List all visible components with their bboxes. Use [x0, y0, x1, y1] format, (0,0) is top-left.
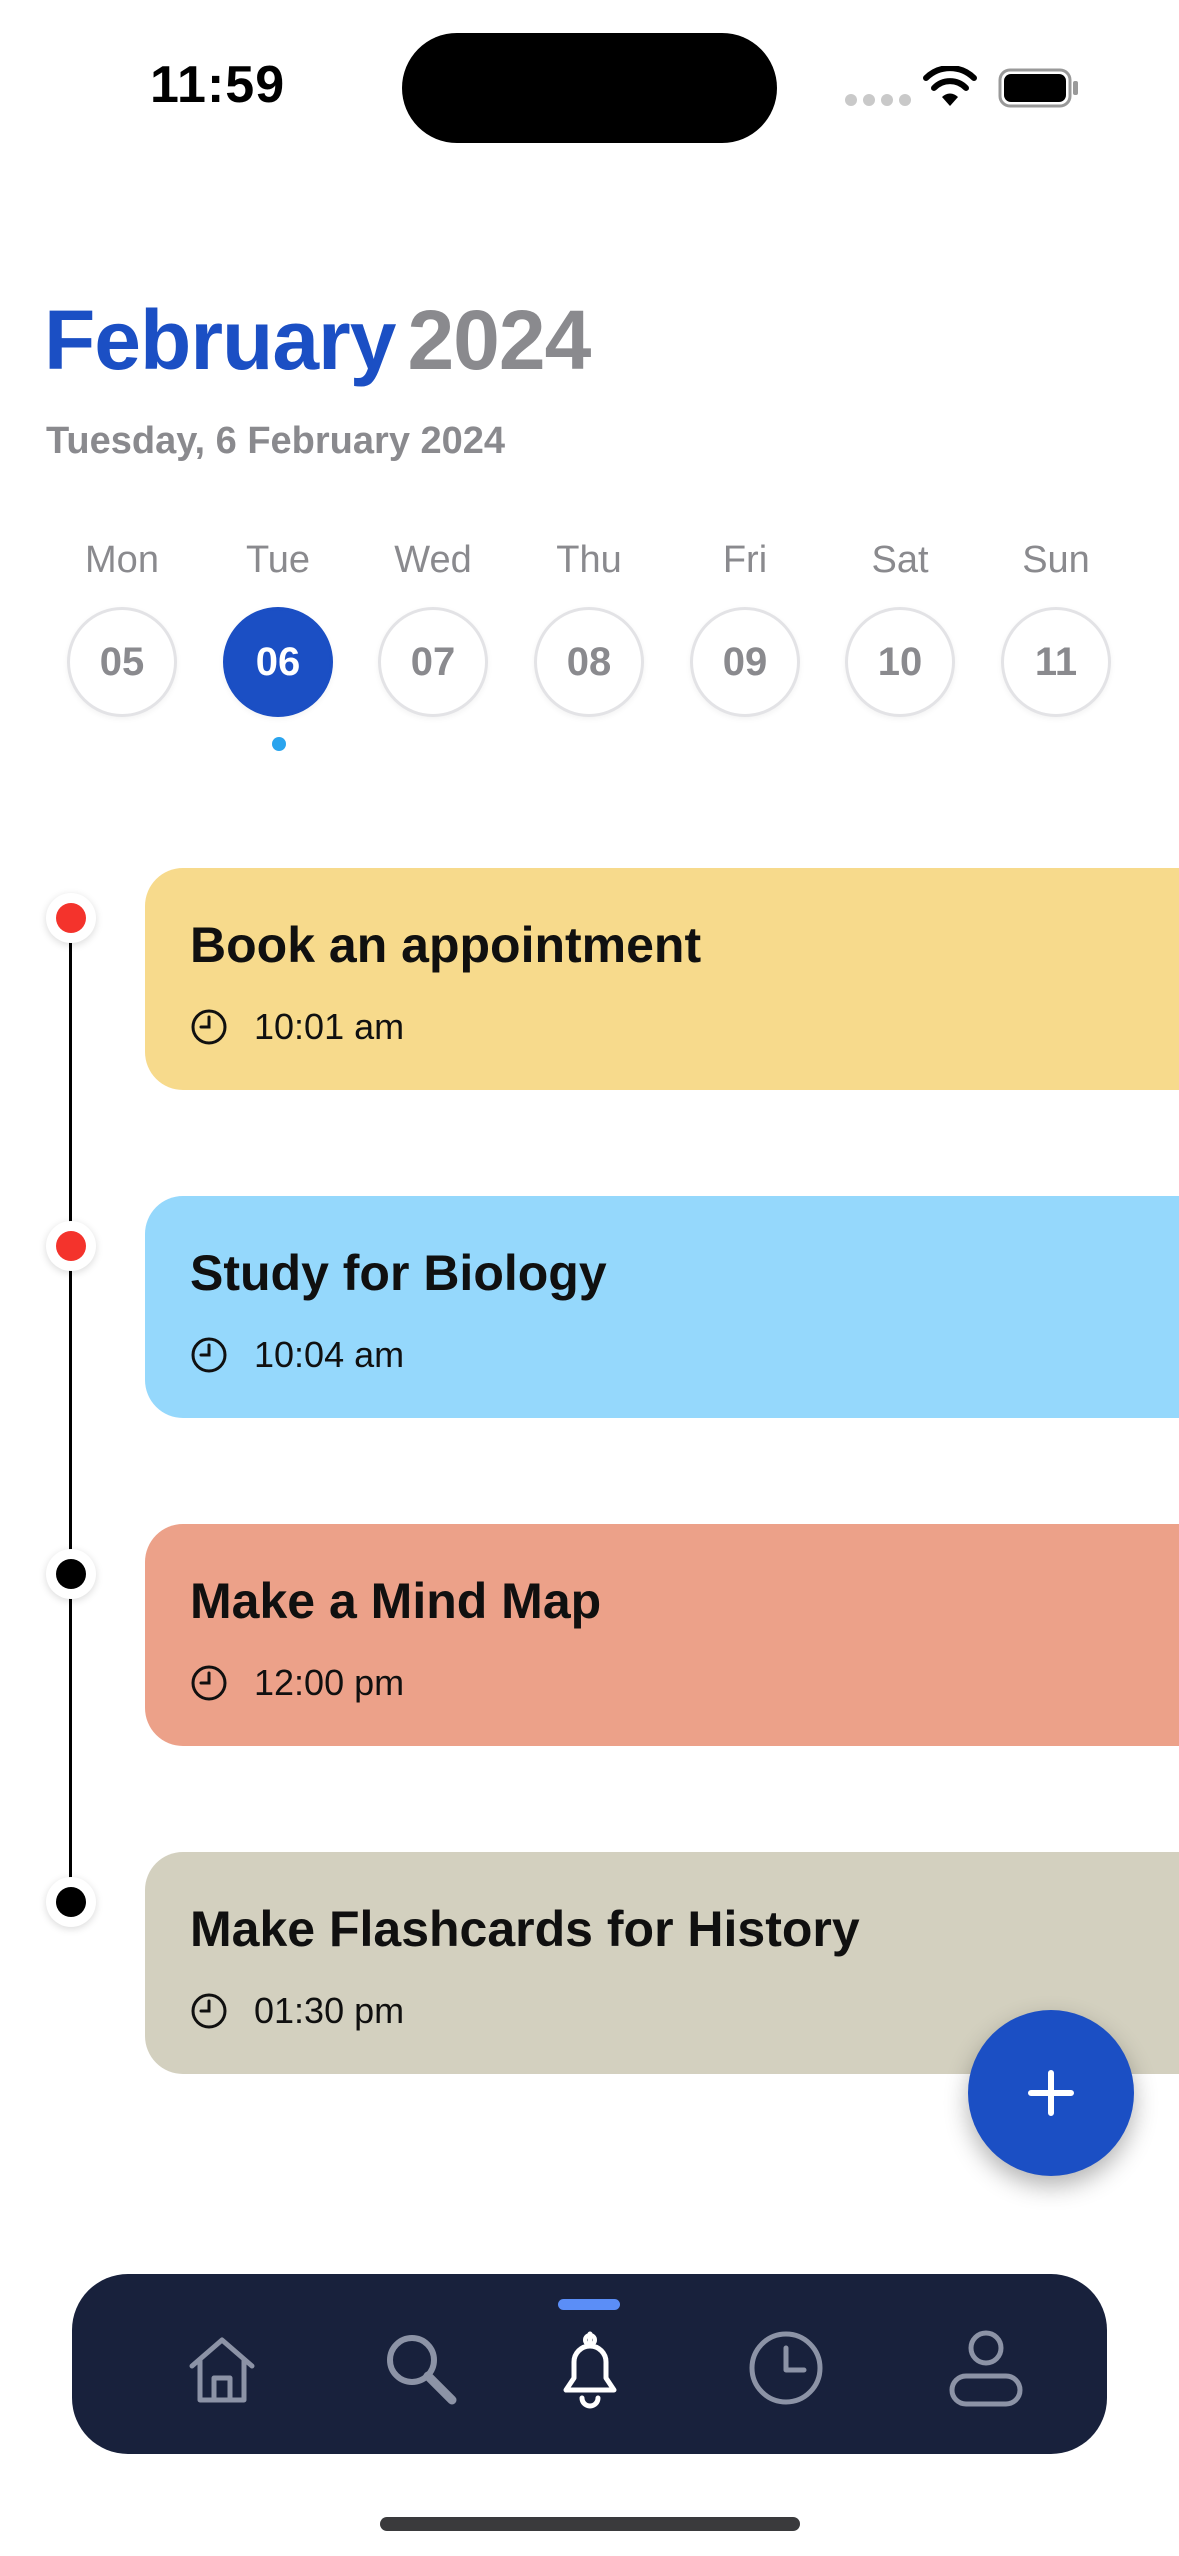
day-fri[interactable]: Fri 09	[690, 535, 800, 717]
task-title: Make a Mind Map	[190, 1573, 602, 1629]
task-title: Make Flashcards for History	[190, 1901, 860, 1957]
search-icon	[387, 2335, 457, 2405]
task-card[interactable]: Make a Mind Map 12:00 pm	[145, 1524, 1179, 1746]
wifi-icon	[923, 66, 977, 106]
profile-icon	[949, 2330, 1023, 2407]
day-wed[interactable]: Wed 07	[378, 535, 488, 717]
day-name: Tue	[245, 539, 311, 581]
month-label: February	[44, 293, 396, 387]
nav-profile-button[interactable]	[944, 2326, 1028, 2410]
month-title: February 2024	[44, 292, 591, 389]
home-indicator	[380, 2517, 800, 2531]
clock-icon	[191, 1993, 227, 2029]
bottom-nav-bar	[72, 2274, 1107, 2454]
nav-active-indicator	[558, 2299, 620, 2310]
selected-date-label: Tuesday, 6 February 2024	[46, 420, 506, 462]
day-date-button[interactable]: 11	[1001, 607, 1111, 717]
status-time: 11:59	[150, 56, 286, 114]
task-time: 01:30 pm	[254, 1990, 405, 2031]
day-sat[interactable]: Sat 10	[845, 535, 955, 717]
clock-icon	[191, 1009, 227, 1045]
task-time: 10:01 am	[254, 1006, 405, 1047]
day-thu[interactable]: Thu 08	[534, 535, 644, 717]
nav-history-button[interactable]	[744, 2326, 828, 2410]
day-name: Wed	[394, 539, 472, 581]
add-task-button[interactable]	[968, 2010, 1134, 2176]
nav-search-button[interactable]	[378, 2326, 462, 2410]
day-tue[interactable]: Tue 06	[223, 535, 333, 717]
timeline-marker	[46, 1549, 96, 1599]
day-name: Mon	[85, 539, 159, 581]
task-title: Book an appointment	[190, 917, 702, 973]
day-date-button[interactable]: 10	[845, 607, 955, 717]
day-date-button[interactable]: 05	[67, 607, 177, 717]
timeline-line	[69, 918, 72, 1903]
task-time-row: 10:01 am	[190, 1006, 1179, 1048]
timeline-marker	[46, 1877, 96, 1927]
year-label: 2024	[407, 293, 591, 387]
timeline-marker	[46, 1221, 96, 1271]
day-name: Sat	[871, 539, 929, 581]
day-date-button[interactable]: 09	[690, 607, 800, 717]
clock-icon	[749, 2331, 823, 2405]
task-time-row: 12:00 pm	[190, 1662, 1179, 1704]
nav-notifications-button[interactable]	[548, 2326, 632, 2410]
day-mon[interactable]: Mon 05	[67, 535, 177, 717]
clock-icon	[191, 1337, 227, 1373]
day-name: Thu	[556, 539, 622, 581]
task-time-row: 10:04 am	[190, 1334, 1179, 1376]
home-icon	[189, 2337, 255, 2403]
nav-home-button[interactable]	[180, 2326, 264, 2410]
clock-icon	[191, 1665, 227, 1701]
day-date-button[interactable]: 08	[534, 607, 644, 717]
task-card[interactable]: Book an appointment 10:01 am	[145, 868, 1179, 1090]
day-date-button-selected[interactable]: 06	[223, 607, 333, 717]
plus-icon	[1028, 2070, 1074, 2116]
day-date-button[interactable]: 07	[378, 607, 488, 717]
bell-icon	[563, 2331, 617, 2409]
day-sun[interactable]: Sun 11	[1001, 535, 1111, 717]
cellular-signal-icon	[845, 94, 911, 106]
day-name: Sun	[1022, 539, 1090, 581]
battery-icon	[998, 68, 1078, 108]
task-title: Study for Biology	[190, 1245, 607, 1301]
timeline-marker	[46, 893, 96, 943]
task-time: 10:04 am	[254, 1334, 405, 1375]
dynamic-island	[402, 33, 777, 143]
day-name: Fri	[722, 539, 768, 581]
screen: 11:59 February 2024 Tuesday, 6 February 2…	[0, 0, 1179, 2556]
today-indicator-dot	[272, 737, 286, 751]
task-card[interactable]: Study for Biology 10:04 am	[145, 1196, 1179, 1418]
task-time: 12:00 pm	[254, 1662, 405, 1703]
